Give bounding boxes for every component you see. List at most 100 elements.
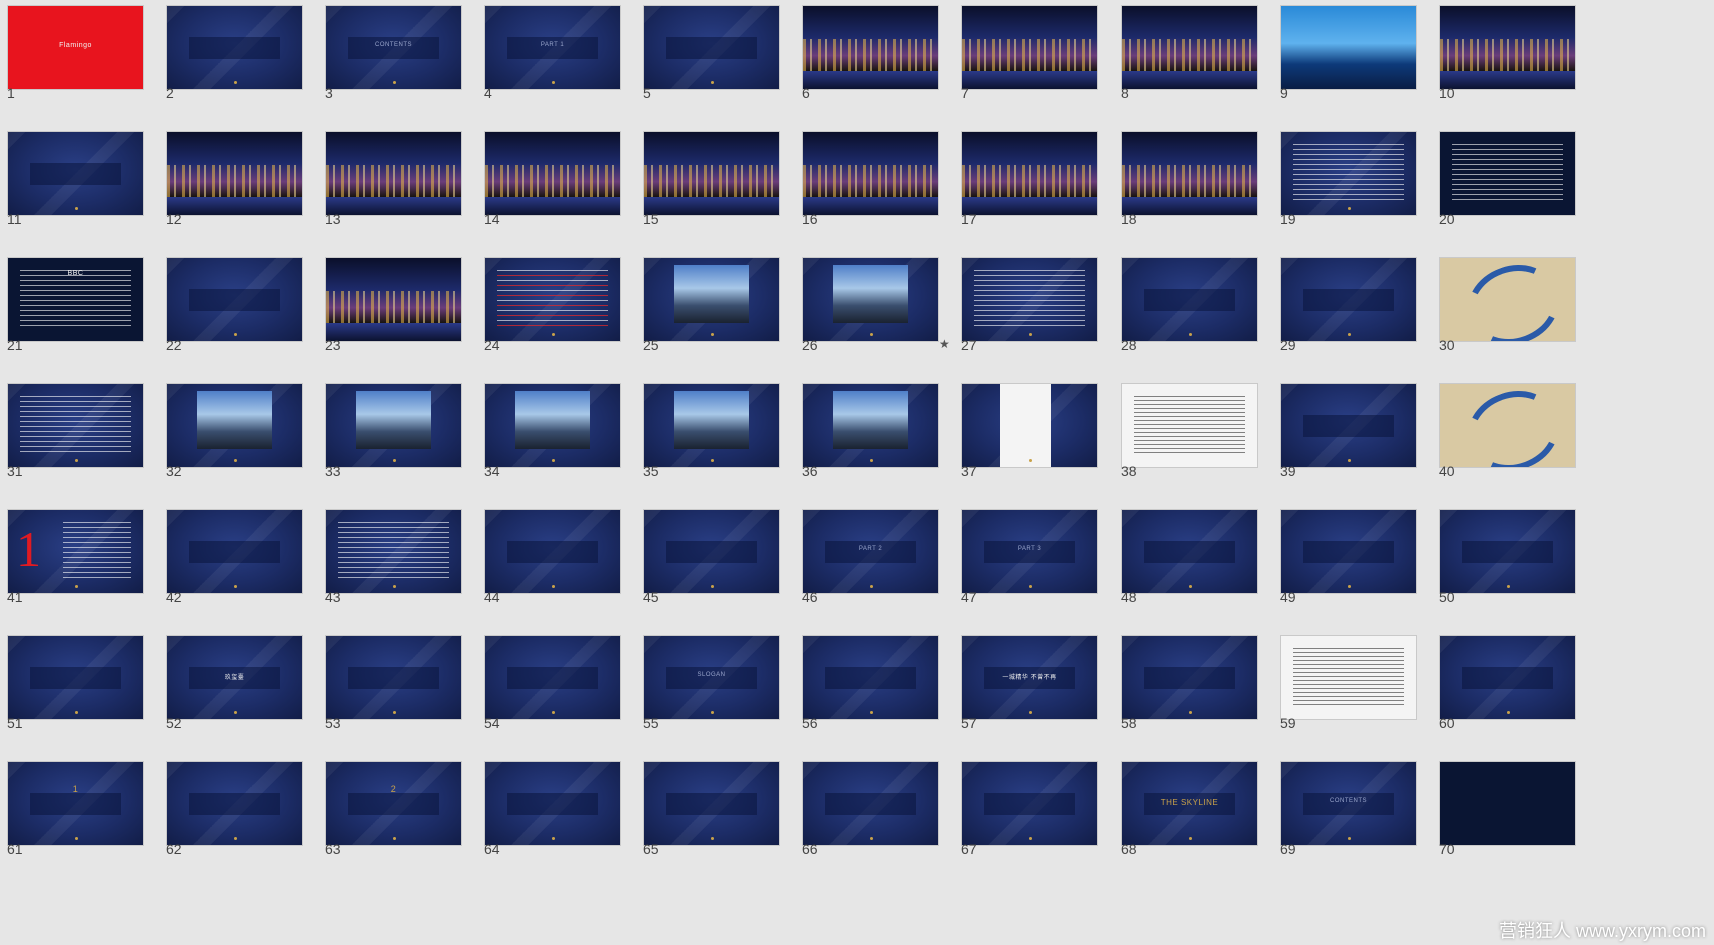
slide-thumbnail-cell[interactable]: 60 xyxy=(1432,630,1592,760)
slide-thumbnail-cell[interactable]: 12 xyxy=(159,126,319,256)
slide-thumbnail-cell[interactable]: 51 xyxy=(0,630,160,760)
slide-thumbnail-cell[interactable]: 一城精华 不曾不再 57 xyxy=(954,630,1114,760)
slide-thumbnail-cell[interactable]: 65 xyxy=(636,756,796,886)
slide-thumbnail-image[interactable] xyxy=(166,383,303,468)
slide-thumbnail-cell[interactable]: 25 xyxy=(636,252,796,382)
slide-thumbnail-image[interactable] xyxy=(7,131,144,216)
slide-thumbnail-cell[interactable]: 38 xyxy=(1114,378,1274,508)
slide-thumbnail-cell[interactable]: 2 63 xyxy=(318,756,478,886)
slide-thumbnail-cell[interactable]: SLOGAN 55 xyxy=(636,630,796,760)
slide-thumbnail-cell[interactable]: 32 xyxy=(159,378,319,508)
slide-thumbnail-image[interactable] xyxy=(7,383,144,468)
slide-thumbnail-image[interactable]: SLOGAN xyxy=(643,635,780,720)
slide-thumbnail-image[interactable] xyxy=(643,131,780,216)
slide-thumbnail-image[interactable] xyxy=(1439,761,1576,846)
slide-thumbnail-cell[interactable]: 14 xyxy=(477,126,637,256)
slide-thumbnail-image[interactable] xyxy=(961,383,1098,468)
slide-thumbnail-cell[interactable]: 37 xyxy=(954,378,1114,508)
slide-thumbnail-cell[interactable]: 16 xyxy=(795,126,955,256)
slide-thumbnail-image[interactable]: 1 xyxy=(7,761,144,846)
slide-thumbnail-image[interactable] xyxy=(1280,257,1417,342)
slide-thumbnail-image[interactable]: PART 1 xyxy=(484,5,621,90)
slide-thumbnail-image[interactable] xyxy=(643,5,780,90)
slide-thumbnail-cell[interactable]: 50 xyxy=(1432,504,1592,634)
slide-thumbnail-cell[interactable]: 9 xyxy=(1273,0,1433,130)
slide-thumbnail-image[interactable]: Flamingo xyxy=(7,5,144,90)
slide-thumbnail-image[interactable] xyxy=(166,761,303,846)
slide-thumbnail-cell[interactable]: 28 xyxy=(1114,252,1274,382)
slide-thumbnail-image[interactable]: CONTENTS xyxy=(1280,761,1417,846)
slide-thumbnail-cell[interactable]: 36 xyxy=(795,378,955,508)
slide-thumbnail-cell[interactable]: 33 xyxy=(318,378,478,508)
slide-thumbnail-cell[interactable]: 10 xyxy=(1432,0,1592,130)
slide-thumbnail-image[interactable] xyxy=(325,383,462,468)
slide-thumbnail-cell[interactable]: PART 2 46 xyxy=(795,504,955,634)
slide-thumbnail-image[interactable] xyxy=(484,761,621,846)
slide-thumbnail-cell[interactable]: 34 xyxy=(477,378,637,508)
slide-thumbnail-image[interactable] xyxy=(325,257,462,342)
slide-thumbnail-image[interactable] xyxy=(1280,131,1417,216)
slide-thumbnail-cell[interactable]: 6 xyxy=(795,0,955,130)
slide-thumbnail-image[interactable]: THE SKYLINE xyxy=(1121,761,1258,846)
slide-thumbnail-cell[interactable]: 70 xyxy=(1432,756,1592,886)
slide-thumbnail-cell[interactable]: BBC 21 xyxy=(0,252,160,382)
slide-thumbnail-image[interactable] xyxy=(643,509,780,594)
slide-thumbnail-image[interactable]: 一城精华 不曾不再 xyxy=(961,635,1098,720)
slide-thumbnail-cell[interactable]: 44 xyxy=(477,504,637,634)
slide-thumbnail-image[interactable] xyxy=(484,509,621,594)
slide-thumbnail-image[interactable] xyxy=(1121,5,1258,90)
slide-thumbnail-cell[interactable]: 13 xyxy=(318,126,478,256)
slide-thumbnail-image[interactable] xyxy=(166,5,303,90)
slide-thumbnail-cell[interactable]: 62 xyxy=(159,756,319,886)
slide-thumbnail-image[interactable] xyxy=(1439,257,1576,342)
slide-thumbnail-cell[interactable]: 49 xyxy=(1273,504,1433,634)
slide-thumbnail-cell[interactable]: 58 xyxy=(1114,630,1274,760)
slide-thumbnail-cell[interactable]: 23 xyxy=(318,252,478,382)
slide-thumbnail-image[interactable] xyxy=(1121,257,1258,342)
slide-thumbnail-image[interactable] xyxy=(802,383,939,468)
slide-thumbnail-image[interactable] xyxy=(1121,635,1258,720)
slide-thumbnail-image[interactable] xyxy=(484,131,621,216)
slide-thumbnail-image[interactable] xyxy=(1439,635,1576,720)
slide-thumbnail-cell[interactable]: 54 xyxy=(477,630,637,760)
slide-thumbnail-cell[interactable]: 31 xyxy=(0,378,160,508)
slide-thumbnail-image[interactable] xyxy=(802,131,939,216)
slide-thumbnail-image[interactable] xyxy=(1439,509,1576,594)
slide-thumbnail-cell[interactable]: 40 xyxy=(1432,378,1592,508)
slide-thumbnail-image[interactable] xyxy=(961,5,1098,90)
slide-thumbnail-image[interactable]: 1 xyxy=(7,509,144,594)
slide-thumbnail-cell[interactable]: 64 xyxy=(477,756,637,886)
slide-thumbnail-cell[interactable]: CONTENTS 3 xyxy=(318,0,478,130)
slide-thumbnail-image[interactable]: PART 2 xyxy=(802,509,939,594)
slide-thumbnail-image[interactable]: 玖玺臺 xyxy=(166,635,303,720)
slide-thumbnail-cell[interactable]: 22 xyxy=(159,252,319,382)
slide-thumbnail-image[interactable]: BBC xyxy=(7,257,144,342)
slide-thumbnail-cell[interactable]: 玖玺臺 52 xyxy=(159,630,319,760)
slide-thumbnail-image[interactable] xyxy=(1439,131,1576,216)
slide-thumbnail-image[interactable] xyxy=(643,257,780,342)
slide-thumbnail-image[interactable] xyxy=(1280,509,1417,594)
slide-thumbnail-image[interactable] xyxy=(802,257,939,342)
slide-thumbnail-cell[interactable]: 66 xyxy=(795,756,955,886)
slide-thumbnail-cell[interactable]: 15 xyxy=(636,126,796,256)
slide-thumbnail-cell[interactable]: PART 1 4 xyxy=(477,0,637,130)
slide-thumbnail-cell[interactable]: 8 xyxy=(1114,0,1274,130)
slide-thumbnail-cell[interactable]: 24 xyxy=(477,252,637,382)
slide-thumbnail-image[interactable] xyxy=(1439,383,1576,468)
slide-thumbnail-cell[interactable]: 35 xyxy=(636,378,796,508)
slide-thumbnail-cell[interactable]: 18 xyxy=(1114,126,1274,256)
slide-thumbnail-image[interactable] xyxy=(802,635,939,720)
slide-thumbnail-cell[interactable]: 20 xyxy=(1432,126,1592,256)
slide-thumbnail-image[interactable] xyxy=(325,635,462,720)
slide-thumbnail-image[interactable] xyxy=(1439,5,1576,90)
slide-thumbnail-image[interactable] xyxy=(961,257,1098,342)
slide-thumbnail-image[interactable] xyxy=(1121,509,1258,594)
slide-thumbnail-image[interactable]: 2 xyxy=(325,761,462,846)
slide-thumbnail-image[interactable] xyxy=(961,761,1098,846)
slide-thumbnail-image[interactable] xyxy=(484,257,621,342)
slide-thumbnail-cell[interactable]: CONTENTS 69 xyxy=(1273,756,1433,886)
slide-thumbnail-cell[interactable]: 2 xyxy=(159,0,319,130)
slide-thumbnail-image[interactable] xyxy=(802,761,939,846)
slide-thumbnail-image[interactable] xyxy=(166,509,303,594)
slide-thumbnail-cell[interactable]: 17 xyxy=(954,126,1114,256)
